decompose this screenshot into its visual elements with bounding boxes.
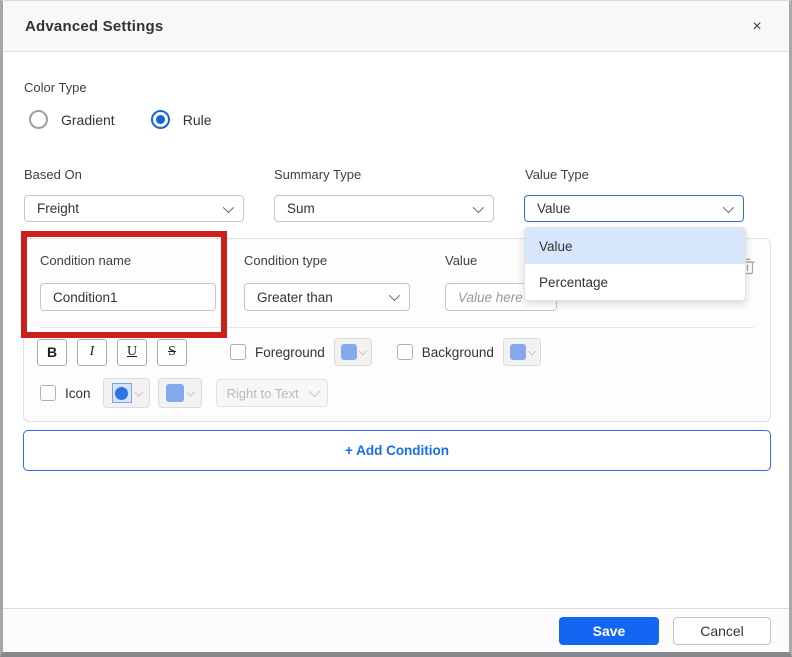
icon-checkbox[interactable]: [40, 385, 56, 401]
close-icon[interactable]: ×: [745, 15, 769, 39]
summary-type-select[interactable]: Sum: [274, 195, 494, 222]
format-toolbar: B I U S Foreground Background: [37, 338, 541, 366]
chevron-down-icon: [472, 201, 485, 213]
icon-position-value: Right to Text: [226, 385, 299, 401]
chevron-down-icon: [722, 201, 735, 213]
condition-name-input[interactable]: [40, 283, 216, 311]
dropdown-option-value[interactable]: Value: [525, 228, 745, 264]
radio-rule-label: Rule: [182, 111, 212, 128]
foreground-color-picker[interactable]: [333, 338, 372, 366]
chevron-down-icon: [388, 289, 401, 302]
summary-type-label: Summary Type: [274, 167, 362, 182]
condition-type-label: Condition type: [244, 253, 328, 268]
icon-label: Icon: [65, 385, 91, 401]
foreground-label: Foreground: [255, 344, 325, 360]
radio-rule-circle[interactable]: [150, 110, 170, 129]
background-label: Background: [421, 344, 494, 360]
condition-type-value: Greater than: [257, 289, 333, 305]
card-divider: [40, 327, 754, 328]
icon-row: Icon Right to Text: [40, 378, 328, 408]
dialog-footer: Save Cancel: [3, 608, 789, 652]
based-on-value: Freight: [37, 201, 80, 216]
bold-button[interactable]: B: [37, 338, 67, 366]
dropdown-option-percentage[interactable]: Percentage: [525, 264, 745, 300]
chevron-down-icon: [308, 385, 320, 398]
background-color-picker[interactable]: [502, 338, 541, 366]
dialog-header: Advanced Settings ×: [3, 1, 789, 52]
condition-name-label: Condition name: [40, 253, 132, 268]
icon-position-select[interactable]: Right to Text: [215, 379, 328, 407]
background-checkbox[interactable]: [396, 344, 413, 360]
color-type-label: Color Type: [24, 80, 87, 95]
underline-button[interactable]: U: [117, 338, 147, 366]
chevron-down-icon: [527, 347, 536, 356]
italic-button[interactable]: I: [77, 338, 107, 366]
foreground-color-swatch: [340, 344, 357, 360]
circle-icon: [115, 386, 129, 400]
foreground-checkbox[interactable]: [230, 344, 246, 360]
color-type-radio-group: Gradient Rule: [29, 110, 212, 129]
chevron-down-icon: [222, 201, 235, 213]
condition-type-select[interactable]: Greater than: [244, 283, 410, 311]
icon-shape-selected: [111, 383, 132, 403]
based-on-label: Based On: [24, 167, 82, 182]
add-condition-button[interactable]: + Add Condition: [23, 430, 771, 471]
chevron-down-icon: [186, 388, 195, 397]
radio-gradient-label: Gradient: [61, 111, 115, 128]
condition-value-label: Value: [445, 253, 478, 268]
based-on-select[interactable]: Freight: [24, 195, 244, 222]
cancel-button[interactable]: Cancel: [673, 616, 771, 645]
radio-gradient-circle[interactable]: [29, 110, 48, 129]
background-color-swatch: [509, 344, 526, 360]
value-type-label: Value Type: [525, 167, 589, 182]
icon-color-swatch: [166, 384, 185, 402]
radio-rule[interactable]: Rule: [150, 110, 212, 129]
radio-gradient[interactable]: Gradient: [29, 110, 115, 129]
icon-shape-picker[interactable]: [102, 378, 150, 408]
value-type-value: Value: [537, 201, 571, 216]
strikethrough-button[interactable]: S: [157, 338, 187, 366]
value-type-dropdown-popup: Value Percentage: [524, 227, 746, 301]
advanced-settings-dialog: Advanced Settings × Color Type Gradient …: [0, 0, 792, 657]
icon-color-picker[interactable]: [157, 378, 202, 408]
chevron-down-icon: [133, 388, 143, 397]
summary-type-value: Sum: [287, 201, 315, 216]
dialog-title: Advanced Settings: [25, 17, 164, 35]
radio-rule-dot: [155, 115, 165, 124]
save-button[interactable]: Save: [559, 616, 659, 645]
chevron-down-icon: [358, 347, 367, 356]
value-type-select[interactable]: Value: [524, 195, 744, 222]
